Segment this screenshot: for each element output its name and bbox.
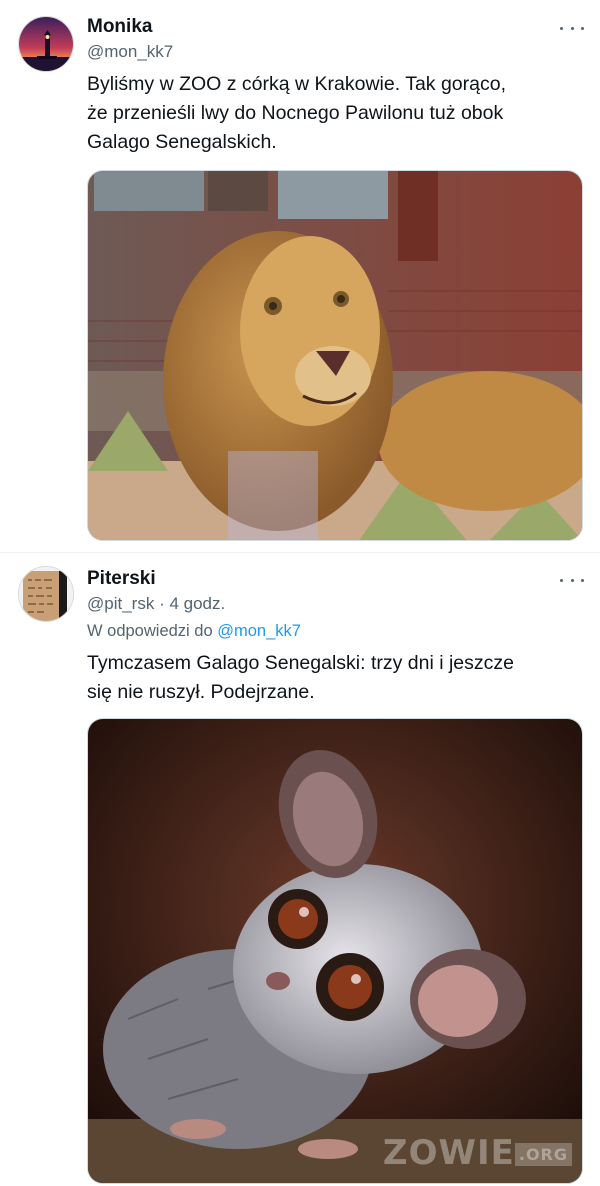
lighthouse-sunset-icon — [19, 17, 73, 71]
tweet-monika[interactable]: Monika @mon_kk7 Byliśmy w ZOO z córką w … — [0, 0, 600, 552]
tweet-media-photo[interactable]: ZOWIE .ORG — [87, 718, 583, 1184]
tweet-text: Byliśmy w ZOO z córką w Krakowie. Tak go… — [87, 70, 587, 157]
reply-handle-link[interactable]: @mon_kk7 — [217, 622, 301, 640]
more-options-icon[interactable] — [560, 572, 584, 588]
user-handle[interactable]: @pit_rsk — [87, 594, 154, 613]
tweet-text-line: Tymczasem Galago Senegalski: trzy dni i … — [87, 652, 515, 674]
meta-separator: · — [159, 594, 165, 613]
reply-context: W odpowiedzi do @mon_kk7 — [87, 622, 301, 641]
tweet-text: Tymczasem Galago Senegalski: trzy dni i … — [87, 649, 587, 707]
galago-photo-icon — [88, 719, 582, 1183]
reply-prefix: W odpowiedzi do — [87, 622, 213, 640]
avatar[interactable] — [18, 16, 74, 72]
tweet-text-line: się nie ruszył. Podejrzane. — [87, 681, 315, 703]
user-handle[interactable]: @mon_kk7 — [87, 42, 173, 62]
stone-tablet-icon — [19, 567, 73, 621]
more-options-icon[interactable] — [560, 20, 584, 36]
watermark: ZOWIE .ORG — [383, 1133, 572, 1173]
timestamp[interactable]: 4 godz. — [169, 594, 225, 613]
tweet-text-line: Galago Senegalskich. — [87, 131, 277, 153]
tweet-media-photo[interactable] — [87, 170, 583, 541]
tweet-text-line: Byliśmy w ZOO z córką w Krakowie. Tak go… — [87, 73, 507, 95]
stuffed-lion-photo-icon — [88, 171, 582, 540]
user-meta: @pit_rsk · 4 godz. — [87, 594, 225, 614]
tweet-piterski[interactable]: Piterski @pit_rsk · 4 godz. W odpowiedzi… — [0, 552, 600, 1186]
display-name[interactable]: Monika — [87, 16, 152, 38]
tweet-text-line: że przenieśli lwy do Nocnego Pawilonu tu… — [87, 102, 504, 124]
avatar[interactable] — [18, 566, 74, 622]
display-name[interactable]: Piterski — [87, 568, 156, 590]
